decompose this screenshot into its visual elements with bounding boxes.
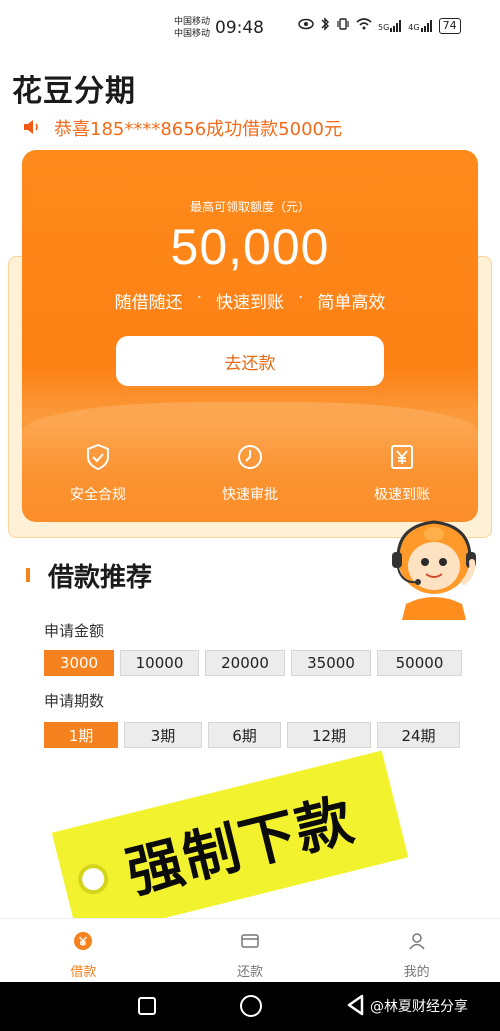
period-option[interactable]: 1期 <box>44 722 118 748</box>
clock-icon <box>235 442 265 476</box>
carrier-labels: 中国移动 中国移动 <box>174 16 210 40</box>
watermark: @林夏财经分享 <box>370 999 468 1015</box>
amount-option[interactable]: 50000 <box>377 650 462 676</box>
period-options: 1期 3期 6期 12期 24期 <box>44 722 466 748</box>
forced-loan-stamp: 强制下款 <box>51 750 409 940</box>
section-title: 借款推荐 <box>48 563 153 593</box>
carrier-2: 中国移动 <box>174 29 211 39</box>
badge-fast-arrival: 极速到账 <box>326 442 478 504</box>
signal-5g-label: 5G <box>378 23 390 32</box>
period-option[interactable]: 24期 <box>377 722 460 748</box>
speaker-icon <box>22 119 44 137</box>
tab-label: 还款 <box>237 965 264 980</box>
feature-separator: · <box>298 288 304 308</box>
wifi-icon <box>356 18 372 34</box>
amount-label: 申请金额 <box>44 622 105 640</box>
amount-option[interactable]: 10000 <box>120 650 199 676</box>
bottom-tab-bar: 借款 还款 我的 <box>0 918 500 982</box>
yuan-icon <box>387 442 417 476</box>
tab-label: 借款 <box>70 965 97 980</box>
user-icon <box>407 931 427 955</box>
mascot-illustration <box>384 512 484 620</box>
system-icons: 5G 4G 74 <box>298 17 461 35</box>
signal-4g-icon: 4G <box>408 20 432 32</box>
period-option[interactable]: 12期 <box>287 722 371 748</box>
tab-label: 我的 <box>403 965 430 980</box>
back-button[interactable] <box>346 994 366 1020</box>
amount-options: 3000 10000 20000 35000 50000 <box>44 650 468 676</box>
shield-check-icon <box>83 442 113 476</box>
tab-repay[interactable]: 还款 <box>167 919 334 982</box>
repay-button[interactable]: 去还款 <box>116 336 384 386</box>
badge-label: 安全合规 <box>70 487 126 503</box>
loan-icon <box>73 931 93 955</box>
quota-label: 最高可领取额度（元） <box>189 200 310 214</box>
feature-list: 随借随还 · 快速到账 · 简单高效 <box>22 288 478 313</box>
recent-apps-button[interactable] <box>138 997 156 1015</box>
quota-card: 最高可领取额度（元） 50,000 随借随还 · 快速到账 · 简单高效 去还款… <box>22 150 478 522</box>
page-title: 花豆分期 <box>12 74 136 109</box>
feature-item: 快速到账 <box>216 293 284 313</box>
system-nav-bar: @林夏财经分享 <box>0 982 500 1031</box>
tab-loan[interactable]: 借款 <box>0 919 167 982</box>
carrier-1: 中国移动 <box>174 17 211 27</box>
period-option[interactable]: 6期 <box>208 722 281 748</box>
section-accent-bar <box>26 568 30 582</box>
period-option[interactable]: 3期 <box>124 722 202 748</box>
badge-secure: 安全合规 <box>22 442 174 504</box>
home-button[interactable] <box>240 995 262 1017</box>
period-label: 申请期数 <box>44 692 105 710</box>
amount-option[interactable]: 20000 <box>205 650 285 676</box>
eye-icon <box>298 18 314 34</box>
feature-badges: 安全合规 快速审批 极速到账 <box>22 442 478 504</box>
notice-text: 恭喜185****8656成功借款5000元 <box>54 119 342 140</box>
amount-option[interactable]: 35000 <box>291 650 371 676</box>
feature-item: 随借随还 <box>114 293 183 313</box>
badge-fast-approval: 快速审批 <box>174 442 326 504</box>
status-bar: 中国移动 中国移动 09:48 5G 4G 74 <box>0 0 500 58</box>
quota-amount: 50,000 <box>170 219 330 275</box>
badge-label: 极速到账 <box>374 487 430 503</box>
notice-banner: 恭喜185****8656成功借款5000元 <box>22 115 342 141</box>
badge-label: 快速审批 <box>222 487 278 503</box>
feature-separator: · <box>196 288 202 308</box>
signal-5g-icon: 5G <box>378 20 402 32</box>
battery-indicator: 74 <box>438 18 461 34</box>
tab-mine[interactable]: 我的 <box>333 919 500 982</box>
feature-item: 简单高效 <box>317 293 386 313</box>
vibrate-icon <box>336 17 350 35</box>
amount-option[interactable]: 3000 <box>44 650 114 676</box>
bluetooth-icon <box>320 17 330 35</box>
card-icon <box>240 931 260 955</box>
signal-4g-label: 4G <box>408 23 420 32</box>
clock: 09:48 <box>215 18 264 38</box>
